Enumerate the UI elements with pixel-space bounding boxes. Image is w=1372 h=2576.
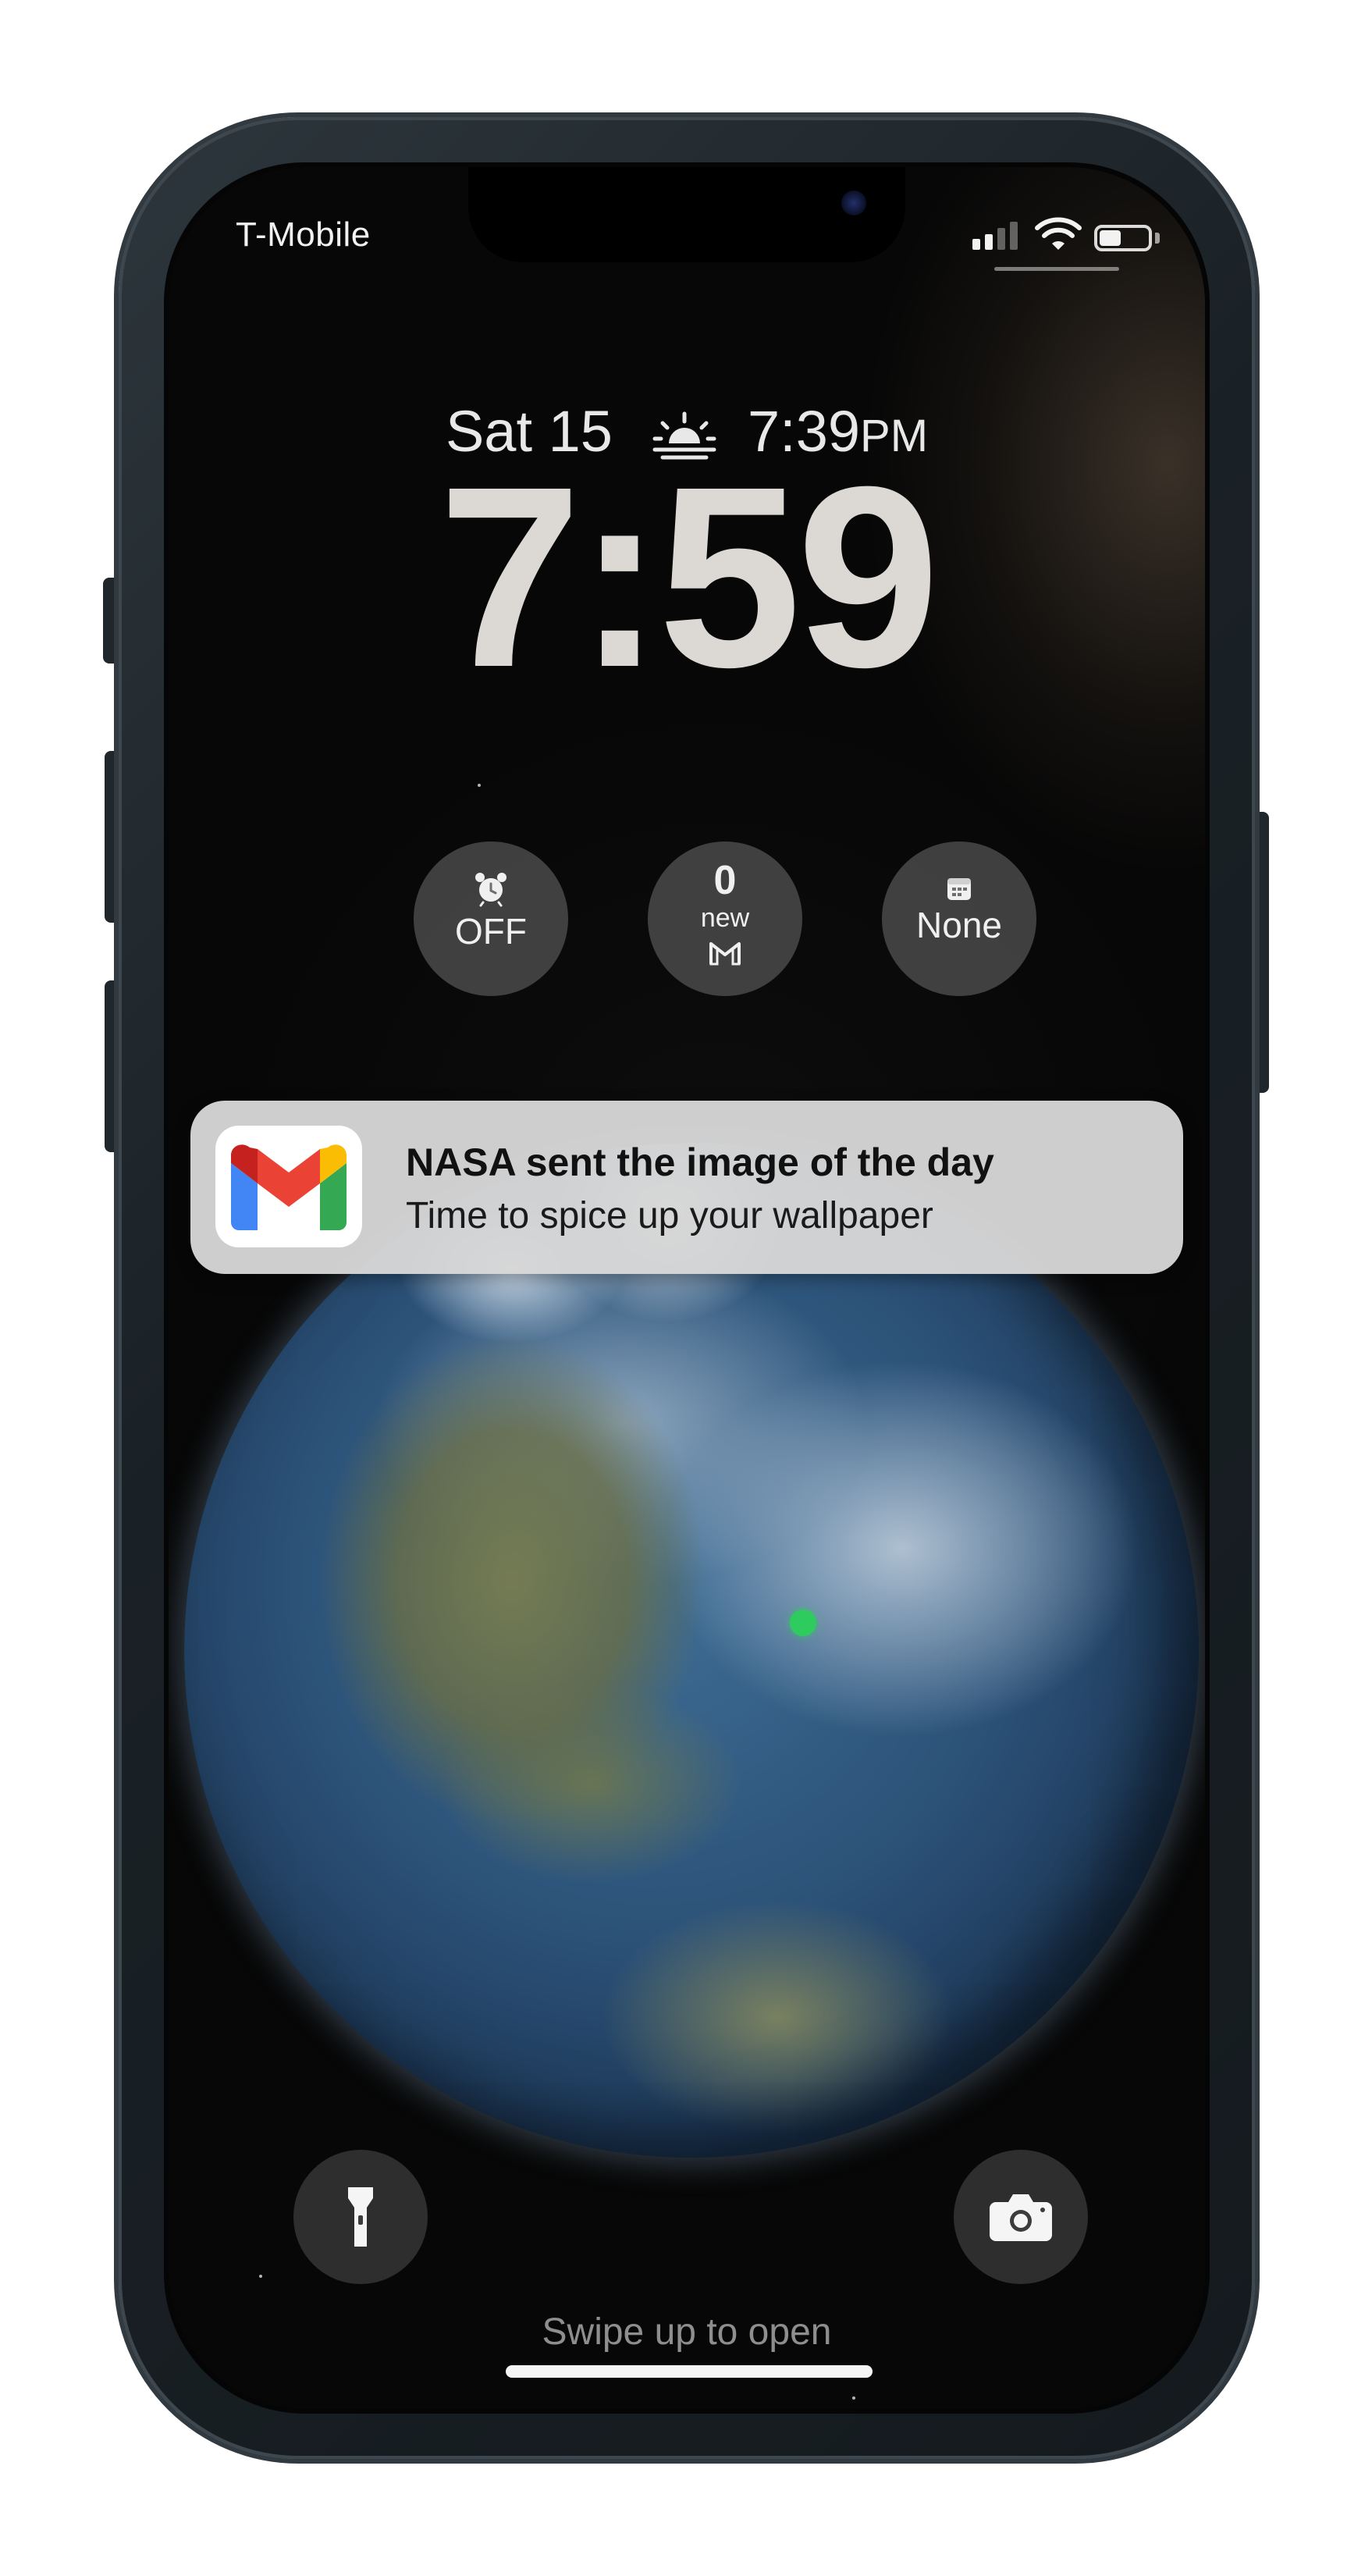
flashlight-icon <box>348 2187 373 2247</box>
star <box>478 784 481 787</box>
star <box>259 2275 262 2278</box>
notch <box>468 167 905 262</box>
mail-widget-count: 0 <box>713 858 737 903</box>
camera-icon <box>990 2194 1052 2241</box>
mail-widget[interactable]: 0 new <box>648 841 802 996</box>
battery-icon <box>1094 225 1152 251</box>
alarm-clock-icon <box>475 873 507 907</box>
lock-clock: 7:59 <box>438 432 940 720</box>
mail-widget-sub: new <box>700 903 750 933</box>
notification-title: NASA sent the image of the day <box>406 1140 994 1184</box>
carrier-label: T-Mobile <box>236 215 371 254</box>
control-center-indicator[interactable] <box>994 267 1119 271</box>
lock-screen[interactable]: T-Mobile Sat 15 7:39PM 7:59 OFF 0 new No… <box>169 167 1205 2409</box>
signal-bar <box>972 239 980 250</box>
signal-bar <box>985 234 993 250</box>
notification-body: Time to spice up your wallpaper <box>406 1195 933 1236</box>
wifi-icon <box>1035 217 1082 250</box>
alarm-widget-label: OFF <box>455 911 527 952</box>
swipe-up-hint: Swipe up to open <box>542 2311 832 2353</box>
gmail-icon <box>215 1126 362 1247</box>
calendar-widget-label: None <box>916 905 1002 945</box>
gmail-outline-icon <box>709 941 741 966</box>
signal-bar <box>997 228 1005 250</box>
calendar-icon <box>947 878 971 900</box>
gmail-logo <box>231 1144 347 1230</box>
battery-cap <box>1155 233 1160 244</box>
camera-button[interactable] <box>954 2150 1088 2284</box>
location-dot <box>790 1610 816 1636</box>
flashlight-button[interactable] <box>293 2150 428 2284</box>
signal-bar <box>1010 222 1018 250</box>
home-indicator[interactable] <box>506 2365 873 2378</box>
phone-frame: T-Mobile Sat 15 7:39PM 7:59 OFF 0 new No… <box>119 117 1255 2459</box>
calendar-widget[interactable]: None <box>882 841 1036 996</box>
battery-level <box>1100 230 1121 246</box>
status-icons <box>972 217 1168 256</box>
earth-wallpaper <box>184 1143 1199 2158</box>
gmail-notification[interactable]: NASA sent the image of the day Time to s… <box>190 1101 1183 1274</box>
alarm-widget[interactable]: OFF <box>414 841 568 996</box>
stage: T-Mobile Sat 15 7:39PM 7:59 OFF 0 new No… <box>0 0 1372 2576</box>
front-camera <box>841 190 866 215</box>
star <box>852 2396 855 2400</box>
